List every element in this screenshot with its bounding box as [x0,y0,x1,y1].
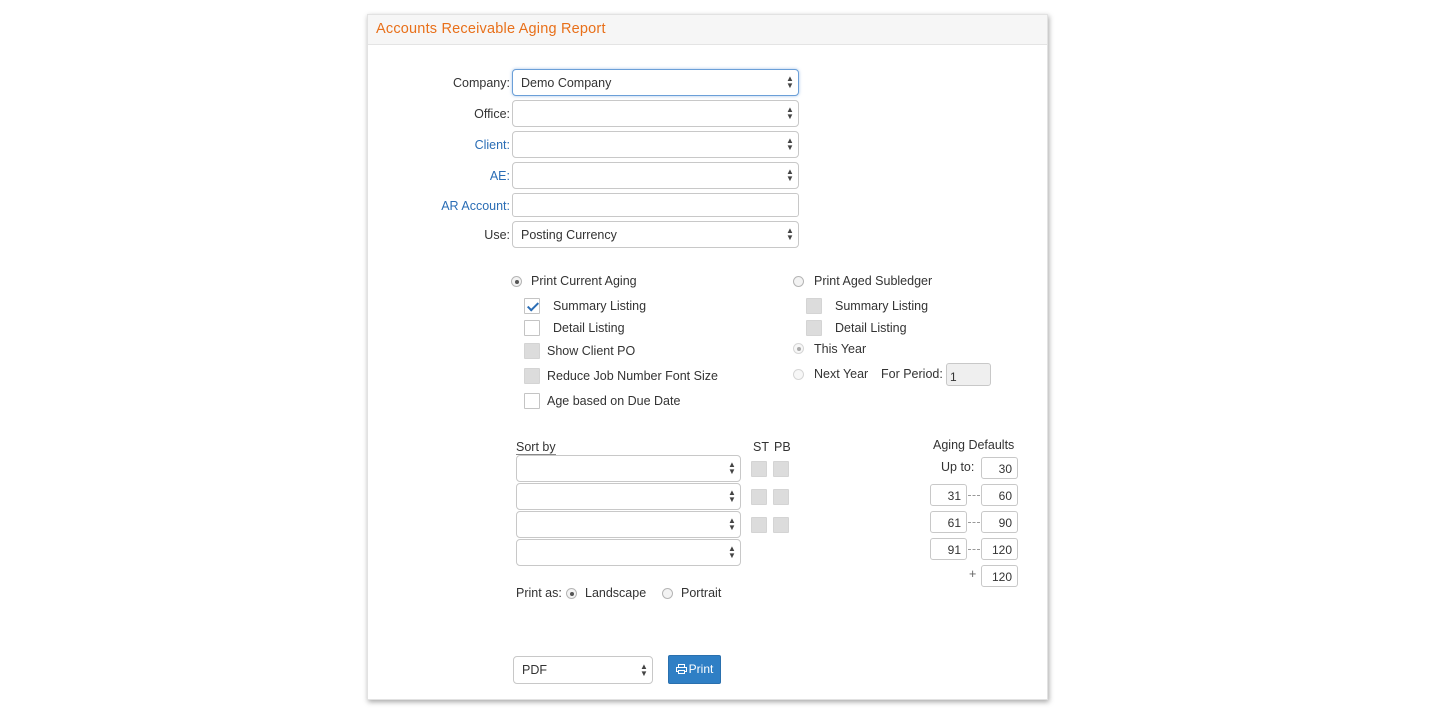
page-title: Accounts Receivable Aging Report [376,21,606,37]
updown-arrows-icon: ▲ ▼ [786,74,794,90]
range-1-dash [968,495,980,496]
detail-listing-label: Detail Listing [553,321,625,335]
portrait-radio[interactable] [662,588,673,599]
use-value: Posting Currency [521,228,617,242]
ae-label-link[interactable]: AE: [440,169,510,183]
sort-pb-checkbox-1[interactable] [773,461,789,477]
detail-listing-checkbox[interactable] [524,320,540,336]
sort-pb-checkbox-2[interactable] [773,489,789,505]
ae-select[interactable]: ▲ ▼ [512,162,799,189]
pb-column-label: PB [774,440,791,454]
sort-st-checkbox-2[interactable] [751,489,767,505]
reduce-font-label: Reduce Job Number Font Size [547,369,718,383]
range-2-to-input[interactable]: 90 [981,511,1018,533]
sort-select-2[interactable]: ▲ ▼ [516,483,741,510]
use-select[interactable]: Posting Currency ▲ ▼ [512,221,799,248]
updown-arrows-icon: ▲ ▼ [728,516,736,532]
print-as-label: Print as: [516,586,562,600]
ar-account-input[interactable] [512,193,799,217]
ar-account-label-link[interactable]: AR Account: [420,199,510,213]
output-format-select[interactable]: PDF ▲ ▼ [513,656,653,684]
panel-header: Accounts Receivable Aging Report [368,15,1047,45]
sort-st-checkbox-3[interactable] [751,517,767,533]
subledger-summary-label: Summary Listing [835,299,929,313]
portrait-label: Portrait [681,586,722,600]
current-aging-label: Print Current Aging [531,274,637,288]
range-2-dash [968,522,980,523]
show-client-po-checkbox[interactable] [524,343,540,359]
next-year-radio[interactable] [793,369,804,380]
reduce-font-checkbox[interactable] [524,368,540,384]
subledger-summary-checkbox[interactable] [806,298,822,314]
office-label: Office: [474,107,510,121]
subledger-detail-label: Detail Listing [835,321,907,335]
aging-defaults-title: Aging Defaults [933,438,1015,452]
updown-arrows-icon: ▲ ▼ [786,105,794,121]
sort-by-label: Sort by [516,440,556,455]
sort-st-checkbox-1[interactable] [751,461,767,477]
office-select[interactable]: ▲ ▼ [512,100,799,127]
up-to-input[interactable]: 30 [981,457,1018,479]
use-label: Use: [484,228,510,242]
up-to-label: Up to: [941,460,975,474]
summary-listing-checkbox[interactable] [524,298,540,314]
sort-select-1[interactable]: ▲ ▼ [516,455,741,482]
landscape-label: Landscape [585,586,647,600]
range-2-from-input[interactable]: 61 [930,511,967,533]
printer-icon [675,663,687,677]
print-button-label: Print [688,662,714,676]
sort-select-4[interactable]: ▲ ▼ [516,539,741,566]
landscape-radio[interactable] [566,588,577,599]
range-1-from-input[interactable]: 31 [930,484,967,506]
for-period-label: For Period: [881,367,943,381]
summary-listing-label: Summary Listing [553,299,647,313]
client-select[interactable]: ▲ ▼ [512,131,799,158]
this-year-radio[interactable] [793,343,804,354]
updown-arrows-icon: ▲ ▼ [786,167,794,183]
updown-arrows-icon: ▲ ▼ [728,460,736,476]
print-button[interactable]: Print [668,655,721,684]
updown-arrows-icon: ▲ ▼ [728,488,736,504]
for-period-value: 1 [950,370,957,384]
updown-arrows-icon: ▲ ▼ [786,226,794,242]
current-aging-radio[interactable] [511,276,522,287]
aged-subledger-label: Print Aged Subledger [814,274,933,288]
next-year-label: Next Year [814,367,869,381]
range-3-from-input[interactable]: 91 [930,538,967,560]
sort-pb-checkbox-3[interactable] [773,517,789,533]
range-1-to-input[interactable]: 60 [981,484,1018,506]
range-3-to-input[interactable]: 120 [981,538,1018,560]
range-3-dash [968,549,980,550]
client-label-link[interactable]: Client: [440,138,510,152]
sort-select-3[interactable]: ▲ ▼ [516,511,741,538]
plus-label: + [969,567,977,581]
plus-input[interactable]: 120 [981,565,1018,587]
subledger-detail-checkbox[interactable] [806,320,822,336]
company-label: Company: [453,76,510,90]
age-due-date-checkbox[interactable] [524,393,540,409]
st-column-label: ST [753,440,769,454]
output-format-value: PDF [522,663,547,677]
company-select[interactable]: Demo Company ▲ ▼ [512,69,799,96]
updown-arrows-icon: ▲ ▼ [640,662,648,678]
updown-arrows-icon: ▲ ▼ [786,136,794,152]
age-due-date-label: Age based on Due Date [547,394,681,408]
aged-subledger-radio[interactable] [793,276,804,287]
show-client-po-label: Show Client PO [547,344,636,358]
this-year-label: This Year [814,342,867,356]
for-period-input[interactable]: 1 [946,363,991,386]
company-value: Demo Company [521,76,612,90]
updown-arrows-icon: ▲ ▼ [728,544,736,560]
